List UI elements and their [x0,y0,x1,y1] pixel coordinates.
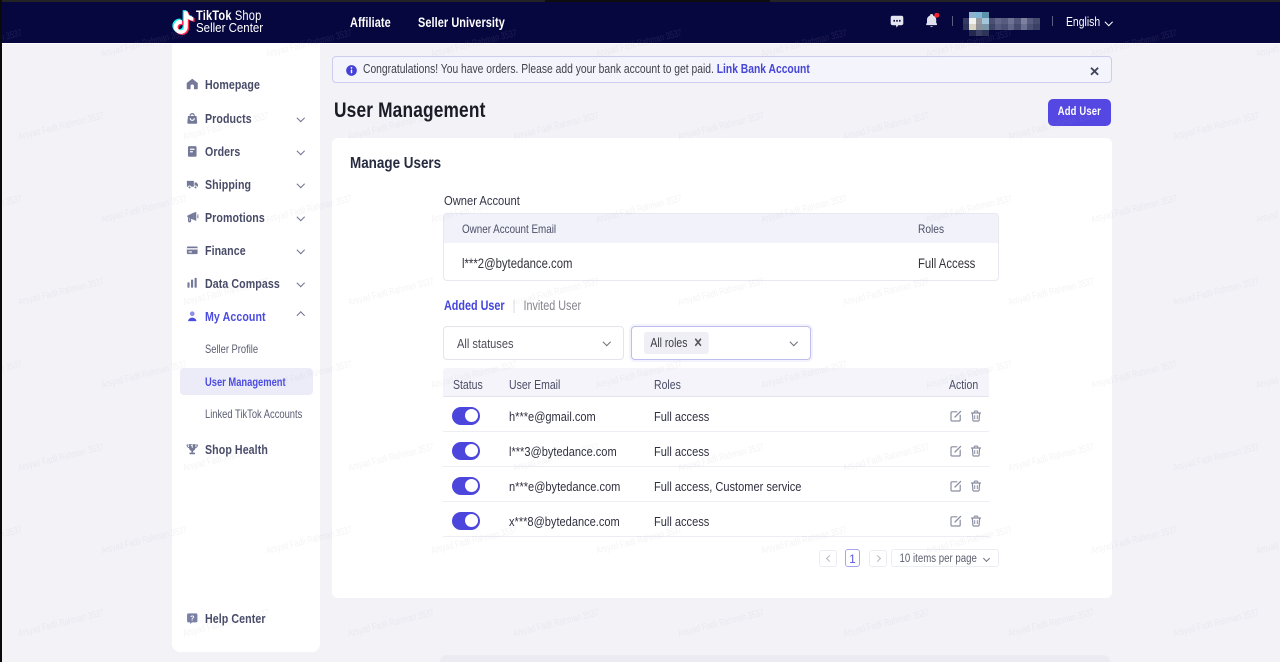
svg-text:Arsyad Fadli Rahman 3537: Arsyad Fadli Rahman 3537 [842,607,930,639]
svg-text:Arsyad Fadli Rahman 3537: Arsyad Fadli Rahman 3537 [1255,193,1280,225]
svg-text:Arsyad Fadli Rahman 3537: Arsyad Fadli Rahman 3537 [17,607,105,639]
svg-text:Arsyad Fadli Rahman 3537: Arsyad Fadli Rahman 3537 [0,193,23,225]
svg-text:Arsyad Fadli Rahman 3537: Arsyad Fadli Rahman 3537 [512,607,600,639]
svg-text:Arsyad Fadli Rahman 3537: Arsyad Fadli Rahman 3537 [677,607,765,639]
svg-text:Arsyad Fadli Rahman 3537: Arsyad Fadli Rahman 3537 [1255,525,1280,557]
svg-text:Arsyad Fadli Rahman 3537: Arsyad Fadli Rahman 3537 [1007,607,1095,639]
svg-text:Arsyad Fadli Rahman 3537: Arsyad Fadli Rahman 3537 [1172,607,1260,639]
svg-text:Arsyad Fadli Rahman 3537: Arsyad Fadli Rahman 3537 [1255,359,1280,391]
svg-text:Arsyad Fadli Rahman 3537: Arsyad Fadli Rahman 3537 [17,111,105,143]
svg-text:Arsyad Fadli Rahman 3537: Arsyad Fadli Rahman 3537 [0,359,23,391]
svg-text:Arsyad Fadli Rahman 3537: Arsyad Fadli Rahman 3537 [17,442,105,474]
svg-text:Arsyad Fadli Rahman 3537: Arsyad Fadli Rahman 3537 [347,607,435,639]
svg-text:Arsyad Fadli Rahman 3537: Arsyad Fadli Rahman 3537 [1172,276,1260,308]
svg-text:Arsyad Fadli Rahman 3537: Arsyad Fadli Rahman 3537 [0,525,23,557]
svg-text:Arsyad Fadli Rahman 3537: Arsyad Fadli Rahman 3537 [1172,442,1260,474]
svg-text:?: ? [190,614,194,622]
svg-text:Arsyad Fadli Rahman 3537: Arsyad Fadli Rahman 3537 [1172,111,1260,143]
svg-text:Arsyad Fadli Rahman 3537: Arsyad Fadli Rahman 3537 [17,276,105,308]
